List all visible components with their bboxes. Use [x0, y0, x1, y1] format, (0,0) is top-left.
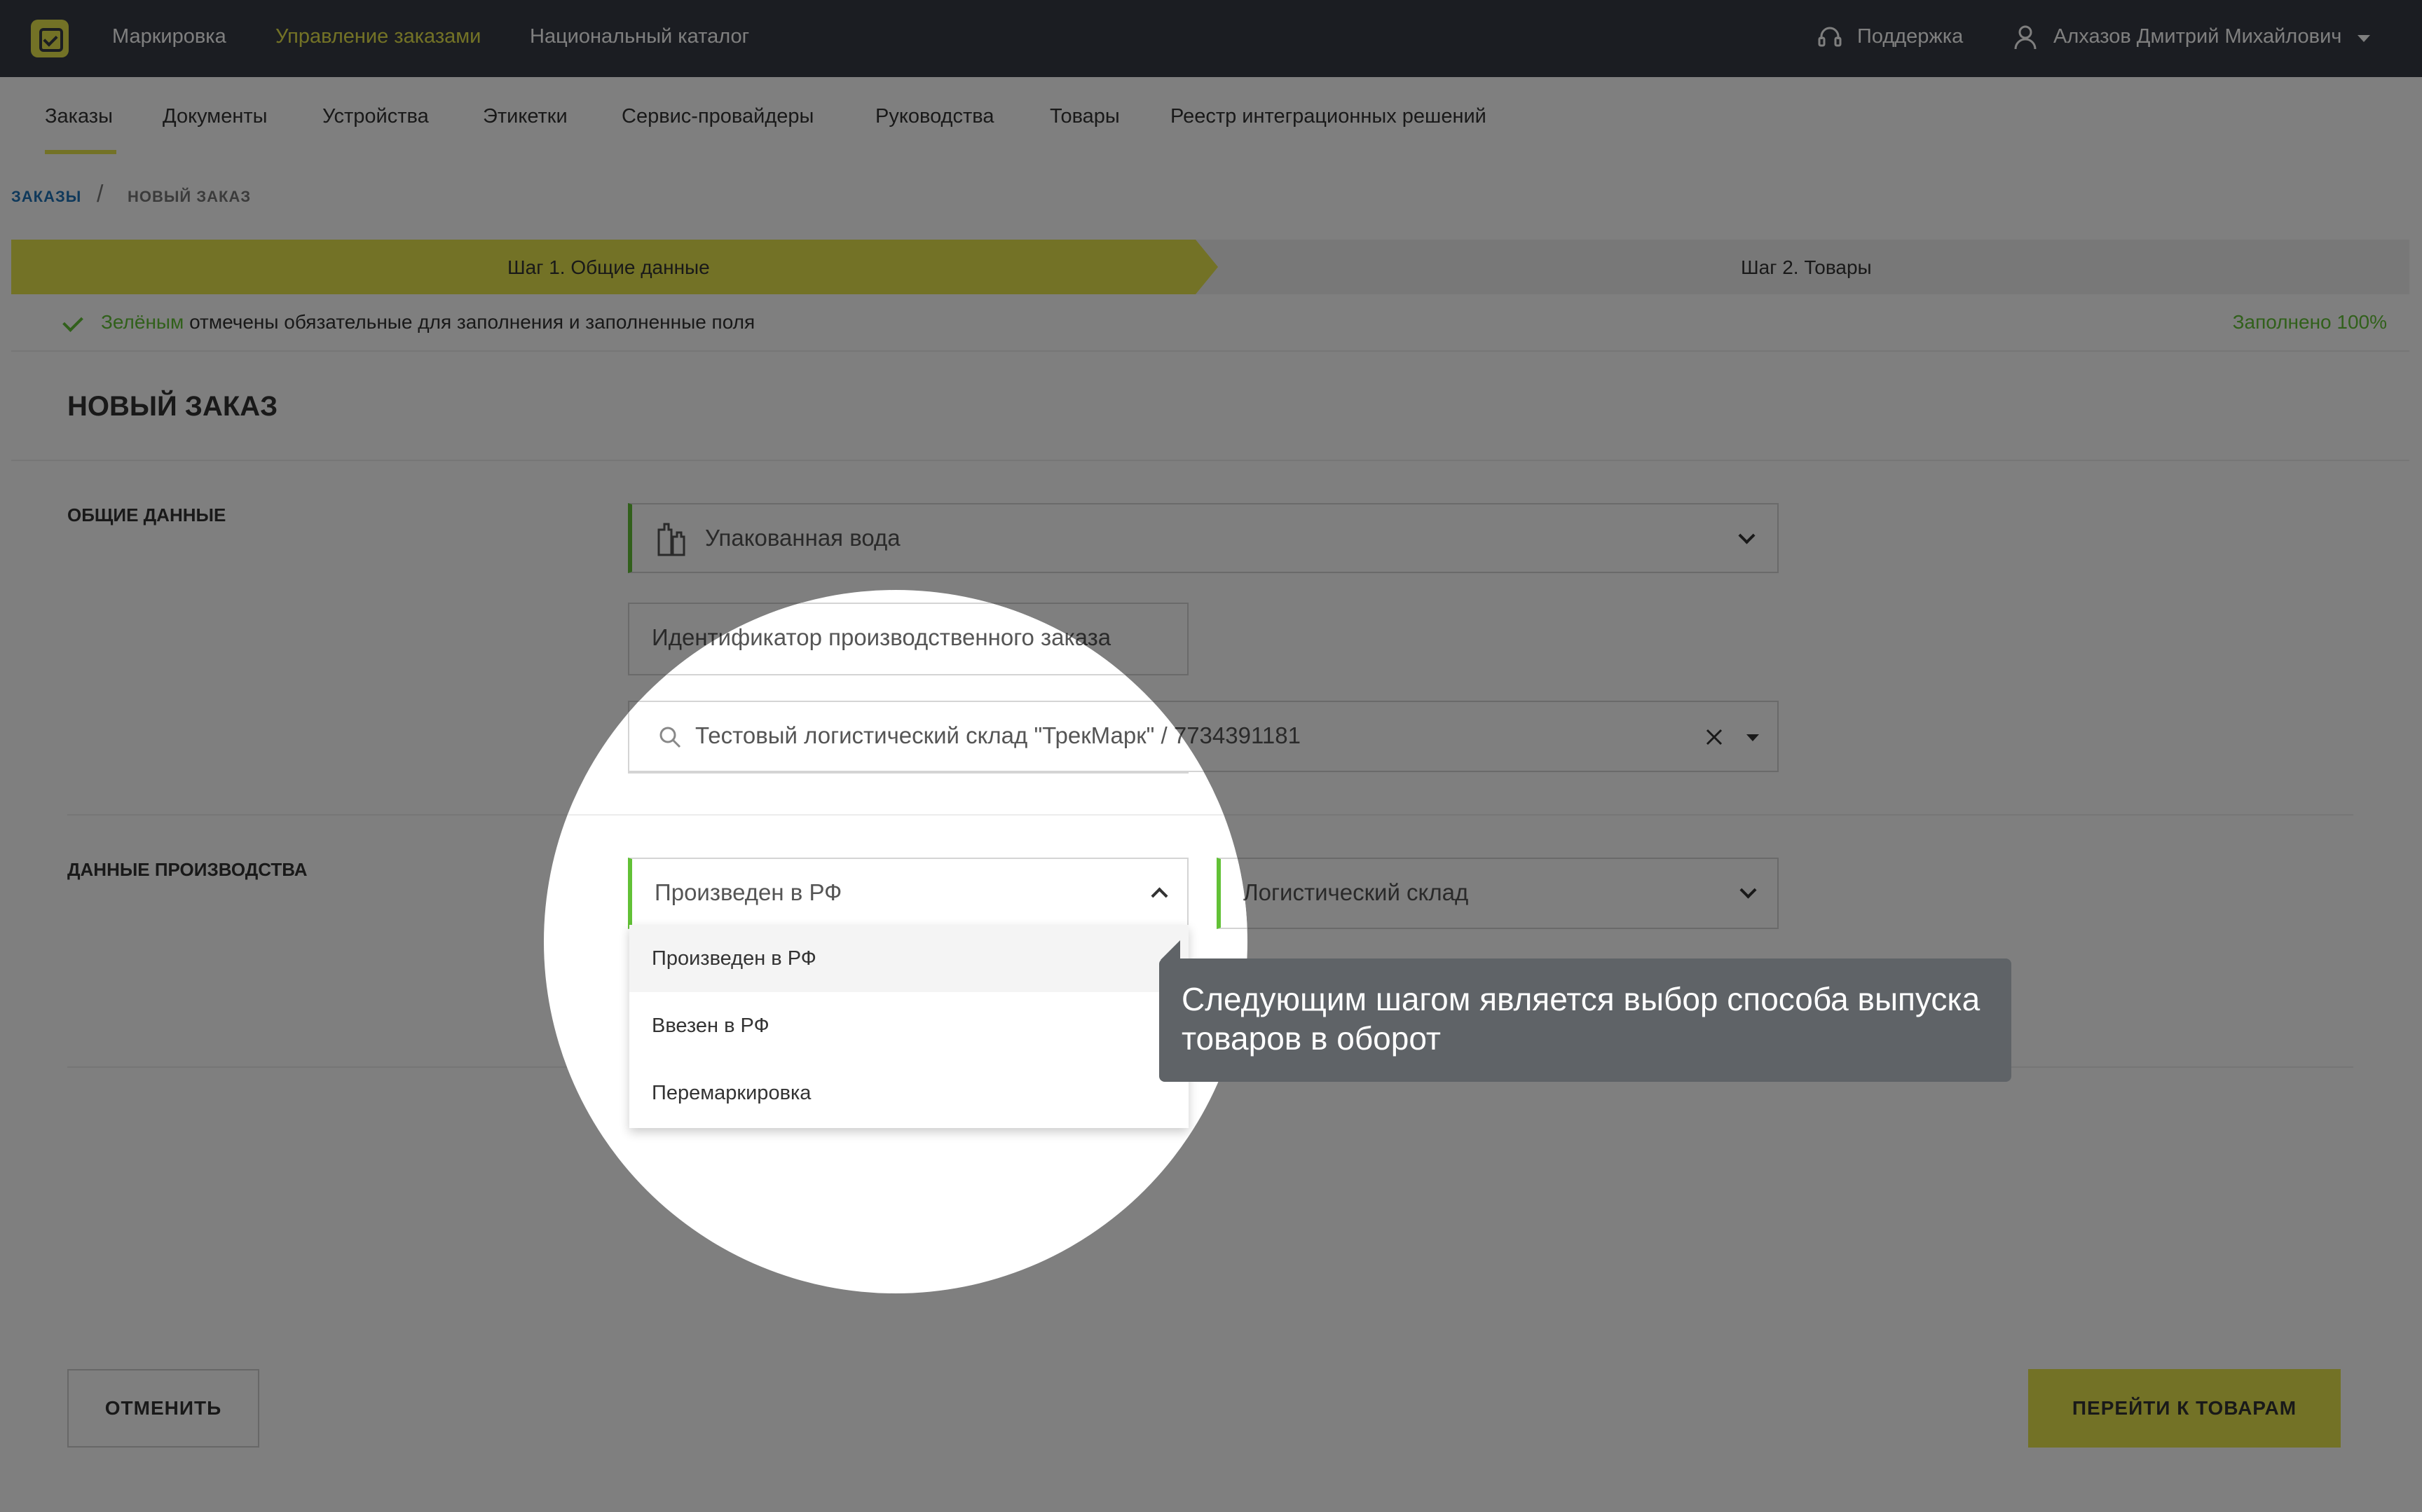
production-section-label: ДАННЫЕ ПРОИЗВОДСТВА: [67, 859, 308, 880]
subnav-documents[interactable]: Документы: [163, 105, 268, 128]
user-name[interactable]: Алхазов Дмитрий Михайлович: [2053, 25, 2341, 48]
tour-tooltip: Следующим шагом является выбор способа в…: [1159, 958, 2011, 1082]
bottles-icon: [657, 523, 685, 556]
breadcrumb-orders[interactable]: ЗАКАЗЫ: [11, 188, 81, 206]
breadcrumb-current: НОВЫЙ ЗАКАЗ: [128, 188, 252, 205]
topnav-order-management[interactable]: Управление заказами: [275, 25, 481, 48]
tooltip-arrow: [1161, 940, 1180, 960]
subnav-orders[interactable]: Заказы: [45, 105, 113, 128]
active-tab-indicator: [45, 150, 116, 154]
subnav-service-providers[interactable]: Сервис-провайдеры: [622, 105, 814, 128]
logo-icon[interactable]: [31, 20, 69, 57]
chevron-down-icon[interactable]: [1738, 527, 1756, 544]
user-icon[interactable]: [2013, 24, 2038, 50]
product-group-select[interactable]: Упакованная вода: [628, 503, 1779, 573]
hint-green-word: Зелёным: [101, 311, 184, 333]
order-id-placeholder: Идентификатор производственного заказа: [652, 722, 1111, 748]
required-fields-hint: Зелёным отмечены обязательные для заполн…: [11, 294, 2409, 352]
cancel-button[interactable]: ОТМЕНИТЬ: [67, 1369, 259, 1448]
spotlight: Идентификатор производственного заказа: [544, 590, 1247, 1293]
sub-navigation: Заказы Документы Устройства Этикетки Сер…: [0, 77, 2422, 156]
breadcrumb-separator: /: [97, 181, 104, 207]
top-bar: Маркировка Управление заказами Националь…: [0, 0, 2422, 77]
clear-icon[interactable]: [1704, 727, 1724, 747]
subnav-guides[interactable]: Руководства: [875, 105, 994, 128]
step-2-label[interactable]: Шаг 2. Товары: [1741, 256, 1872, 279]
product-group-value: Упакованная вода: [705, 525, 901, 551]
subnav-labels[interactable]: Этикетки: [483, 105, 568, 128]
order-id-input-highlighted[interactable]: Идентификатор производственного заказа: [628, 701, 1189, 774]
headset-icon[interactable]: [1817, 24, 1843, 50]
fill-progress: Заполнено 100%: [2232, 311, 2387, 333]
topnav-national-catalog[interactable]: Национальный каталог: [530, 25, 749, 48]
user-menu-caret-icon[interactable]: [2358, 35, 2370, 42]
support-link[interactable]: Поддержка: [1857, 25, 1963, 48]
hint-text: отмечены обязательные для заполнения и з…: [189, 311, 755, 333]
step-1-label: Шаг 1. Общие данные: [507, 256, 710, 278]
go-to-products-button[interactable]: ПЕРЕЙТИ К ТОВАРАМ: [2028, 1369, 2341, 1448]
production-place-select[interactable]: Логистический склад: [1217, 858, 1779, 929]
subnav-devices[interactable]: Устройства: [322, 105, 429, 128]
check-icon: [62, 311, 83, 332]
subnav-products[interactable]: Товары: [1050, 105, 1120, 128]
topnav-marking[interactable]: Маркировка: [112, 25, 226, 48]
dropdown-caret-icon[interactable]: [1746, 734, 1759, 741]
subnav-integration-registry[interactable]: Реестр интеграционных решений: [1170, 105, 1486, 128]
title-divider: [11, 460, 2409, 461]
general-section-label: ОБЩИЕ ДАННЫЕ: [67, 504, 226, 525]
chevron-down-icon[interactable]: [1739, 881, 1757, 899]
production-place-value: Логистический склад: [1243, 879, 1469, 905]
page-title: НОВЫЙ ЗАКАЗ: [67, 391, 278, 422]
step-progress: Шаг 1. Общие данные Шаг 2. Товары: [11, 240, 2409, 294]
